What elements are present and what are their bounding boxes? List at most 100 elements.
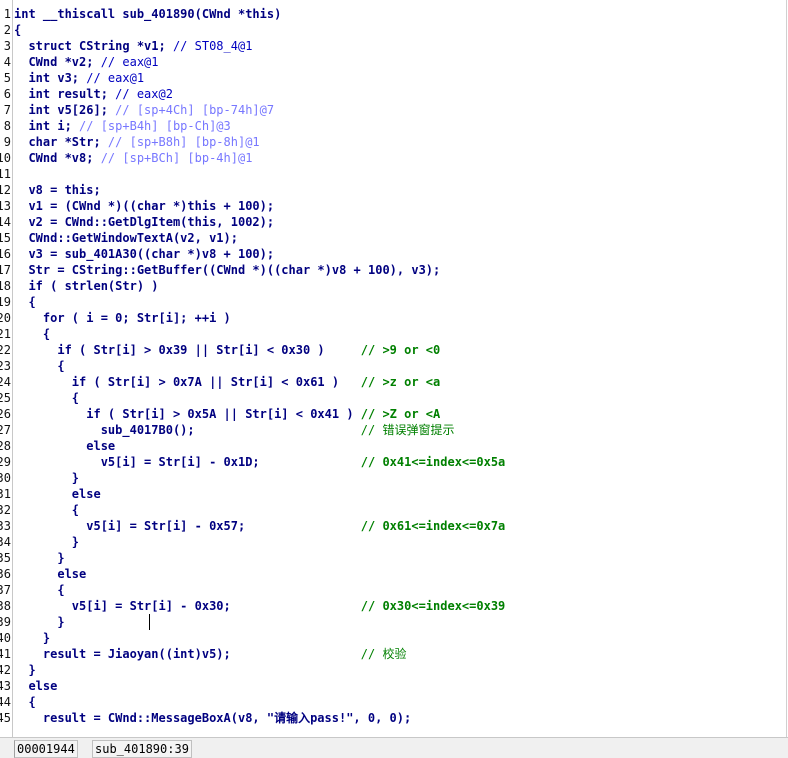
code-line[interactable]: int __thiscall sub_401890(CWnd *this) xyxy=(14,6,281,22)
code-line[interactable]: else xyxy=(14,678,57,694)
code-comment: // >Z or <A xyxy=(360,407,441,421)
code-line[interactable]: } xyxy=(14,550,64,566)
code-text: { xyxy=(14,23,22,37)
code-line[interactable]: { xyxy=(14,390,79,406)
line-number: 24 xyxy=(0,375,11,389)
code-text: } xyxy=(14,471,80,485)
code-text: v2 = CWnd::GetDlgItem(this, 1002); xyxy=(14,215,275,229)
code-line[interactable]: int i; // [sp+B4h] [bp-Ch]@3 xyxy=(14,118,231,134)
code-line[interactable]: int v5[26]; // [sp+4Ch] [bp-74h]@7 xyxy=(14,102,274,118)
code-line[interactable]: char *Str; // [sp+B8h] [bp-8h]@1 xyxy=(14,134,260,150)
code-line[interactable]: sub_4017B0(); // 错误弹窗提示 xyxy=(14,422,455,438)
line-number: 13 xyxy=(0,199,11,213)
status-bar: 00001944 sub_401890:39 xyxy=(0,737,788,758)
code-line[interactable]: { xyxy=(14,502,79,518)
code-text: if ( Str[i] > 0x39 || Str[i] < 0x30 ) xyxy=(14,343,361,357)
code-line[interactable]: v5[i] = Str[i] - 0x57; // 0x61<=index<=0… xyxy=(14,518,505,534)
code-line[interactable]: if ( Str[i] > 0x39 || Str[i] < 0x30 ) //… xyxy=(14,342,440,358)
code-text: { xyxy=(14,583,65,597)
code-line[interactable]: v3 = sub_401A30((char *)v8 + 100); xyxy=(14,246,274,262)
code-line[interactable]: result = Jiaoyan((int)v5); // 校验 xyxy=(14,646,407,662)
code-text: Str = CString::GetBuffer((CWnd *)((char … xyxy=(14,263,441,277)
code-line[interactable]: { xyxy=(14,326,50,342)
code-line[interactable]: else xyxy=(14,486,101,502)
code-line[interactable]: Str = CString::GetBuffer((CWnd *)((char … xyxy=(14,262,440,278)
code-text: CWnd::GetWindowTextA(v2, v1); xyxy=(14,231,238,245)
code-line[interactable]: struct CString *v1; // ST08_4@1 xyxy=(14,38,252,54)
code-line[interactable]: result = CWnd::MessageBoxA(v8, "请输入pass!… xyxy=(14,710,411,726)
code-text: } xyxy=(14,535,80,549)
code-line[interactable]: } xyxy=(14,662,35,678)
code-line[interactable]: } xyxy=(14,630,50,646)
line-number: 6 xyxy=(3,87,11,101)
code-line[interactable]: v2 = CWnd::GetDlgItem(this, 1002); xyxy=(14,214,274,230)
code-line[interactable]: { xyxy=(14,22,21,38)
code-text: int i; xyxy=(14,119,80,133)
pseudocode-view[interactable]: 1234567891011121314151617181920212223242… xyxy=(0,0,787,737)
code-text: { xyxy=(14,503,80,517)
code-text: } xyxy=(14,631,51,645)
code-comment: // 0x61<=index<=0x7a xyxy=(360,519,506,533)
code-text: v5[i] = Str[i] - 0x57; xyxy=(14,519,361,533)
code-line[interactable]: if ( strlen(Str) ) xyxy=(14,278,159,294)
line-number: 19 xyxy=(0,295,11,309)
code-text: else xyxy=(14,487,101,501)
code-comment: // [sp+BCh] [bp-4h]@1 xyxy=(100,151,253,165)
line-number: 4 xyxy=(3,55,11,69)
code-text: v5[i] = Str[i] - 0x30; xyxy=(14,599,361,613)
line-number: 30 xyxy=(0,471,11,485)
code-line[interactable]: else xyxy=(14,438,115,454)
code-text: if ( Str[i] > 0x5A || Str[i] < 0x41 ) xyxy=(14,407,361,421)
code-line[interactable]: v5[i] = Str[i] - 0x30; // 0x30<=index<=0… xyxy=(14,598,505,614)
line-number: 17 xyxy=(0,263,11,277)
code-line[interactable]: v1 = (CWnd *)((char *)this + 100); xyxy=(14,198,274,214)
code-comment: // [sp+4Ch] [bp-74h]@7 xyxy=(115,103,275,117)
code-line[interactable]: if ( Str[i] > 0x7A || Str[i] < 0x61 ) //… xyxy=(14,374,440,390)
line-number: 26 xyxy=(0,407,11,421)
line-number: 36 xyxy=(0,567,11,581)
code-line[interactable]: v8 = this; xyxy=(14,182,100,198)
line-number: 29 xyxy=(0,455,11,469)
line-number: 12 xyxy=(0,183,11,197)
code-comment: // [sp+B4h] [bp-Ch]@3 xyxy=(79,119,231,133)
code-text: if ( Str[i] > 0x7A || Str[i] < 0x61 ) xyxy=(14,375,361,389)
code-line[interactable]: for ( i = 0; Str[i]; ++i ) xyxy=(14,310,231,326)
code-text: { xyxy=(14,391,80,405)
code-comment: // 校验 xyxy=(360,647,407,661)
code-line[interactable]: CWnd *v8; // [sp+BCh] [bp-4h]@1 xyxy=(14,150,252,166)
code-line[interactable]: else xyxy=(14,566,86,582)
line-number: 42 xyxy=(0,663,11,677)
line-number: 23 xyxy=(0,359,11,373)
code-line[interactable]: } xyxy=(14,534,79,550)
code-area[interactable]: int __thiscall sub_401890(CWnd *this) { s… xyxy=(14,0,784,737)
code-text: if ( strlen(Str) ) xyxy=(14,279,159,293)
code-line[interactable]: CWnd::GetWindowTextA(v2, v1); xyxy=(14,230,238,246)
code-comment: // [sp+B8h] [bp-8h]@1 xyxy=(107,135,260,149)
code-text: v3 = sub_401A30((char *)v8 + 100); xyxy=(14,247,275,261)
line-number: 11 xyxy=(0,167,11,181)
code-line[interactable]: CWnd *v2; // eax@1 xyxy=(14,54,158,70)
code-line[interactable]: } xyxy=(14,470,79,486)
code-line[interactable]: if ( Str[i] > 0x5A || Str[i] < 0x41 ) //… xyxy=(14,406,440,422)
code-comment: // 0x30<=index<=0x39 xyxy=(360,599,506,613)
code-line[interactable]: { xyxy=(14,358,64,374)
code-text: else xyxy=(14,679,58,693)
status-location: sub_401890:39 xyxy=(92,740,192,758)
line-number: 20 xyxy=(0,311,11,325)
code-line[interactable]: { xyxy=(14,694,35,710)
code-text: struct CString *v1; xyxy=(14,39,173,53)
code-line[interactable]: int result; // eax@2 xyxy=(14,86,173,102)
line-number: 38 xyxy=(0,599,11,613)
code-comment: // eax@1 xyxy=(86,71,145,85)
text-cursor xyxy=(149,614,150,630)
code-line[interactable]: } xyxy=(14,614,64,630)
line-number: 1 xyxy=(3,7,11,21)
code-text: result = CWnd::MessageBoxA(v8, "请输入pass!… xyxy=(14,711,412,725)
line-number: 44 xyxy=(0,695,11,709)
code-line[interactable]: { xyxy=(14,294,35,310)
line-number: 39 xyxy=(0,615,11,629)
code-line[interactable]: { xyxy=(14,582,65,598)
code-line[interactable]: int v3; // eax@1 xyxy=(14,70,144,86)
code-text: int v5[26]; xyxy=(14,103,116,117)
code-line[interactable]: v5[i] = Str[i] - 0x1D; // 0x41<=index<=0… xyxy=(14,454,506,470)
